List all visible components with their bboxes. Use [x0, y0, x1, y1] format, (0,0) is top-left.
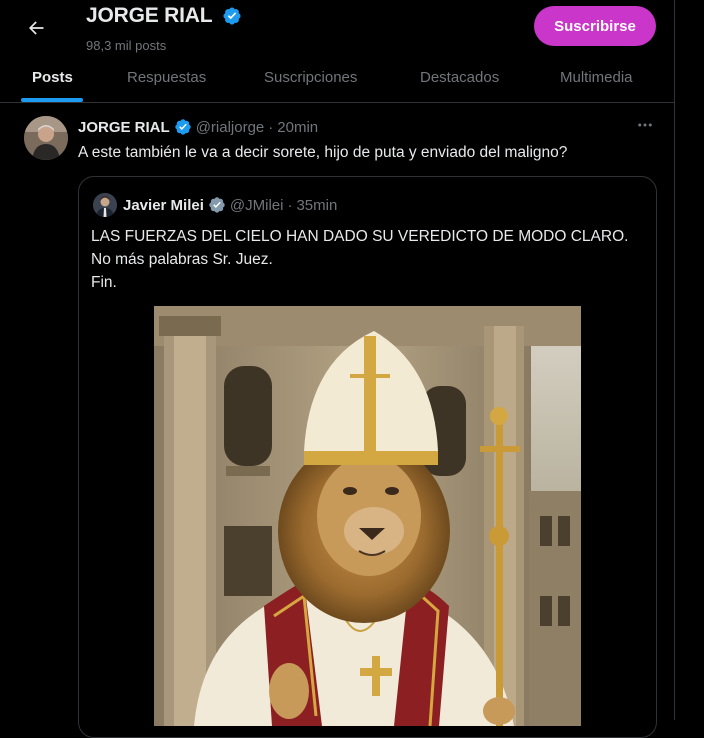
- author-name[interactable]: JORGE RIAL: [78, 119, 170, 136]
- profile-column: JORGE RIAL 98,3 mil posts Suscribirse Po…: [0, 0, 675, 738]
- quoted-text-line: LAS FUERZAS DEL CIELO HAN DADO SU VEREDI…: [91, 228, 629, 245]
- tab-label: Multimedia: [560, 68, 633, 86]
- separator-dot: ·: [268, 118, 274, 136]
- post-header: JORGE RIAL @rialjorge · 20min: [78, 118, 318, 136]
- quoted-text-line: No más palabras Sr. Juez.: [91, 251, 273, 268]
- quoted-post-image[interactable]: [154, 306, 581, 726]
- tab-label: Posts: [32, 68, 73, 86]
- tab-label: Destacados: [420, 68, 500, 86]
- more-options-button[interactable]: [634, 116, 656, 136]
- profile-tabs: Posts Respuestas Suscripciones Destacado…: [0, 52, 674, 103]
- profile-name: JORGE RIAL: [86, 4, 213, 27]
- tab-multimedia[interactable]: Multimedia: [560, 52, 633, 102]
- arrow-left-icon: [29, 21, 44, 35]
- quoted-post-header: Javier Milei @JMilei · 35min: [123, 196, 337, 214]
- author-handle[interactable]: @rialjorge: [196, 119, 265, 136]
- tab-label: Suscripciones: [264, 68, 358, 86]
- quoted-post-text: LAS FUERZAS DEL CIELO HAN DADO SU VEREDI…: [91, 225, 628, 294]
- tab-posts[interactable]: Posts: [21, 52, 84, 102]
- quoted-post[interactable]: Javier Milei @JMilei · 35min LAS FUERZAS…: [78, 176, 657, 738]
- post-text: A este también le va a decir sorete, hij…: [78, 144, 568, 161]
- verified-badge-icon: [222, 6, 242, 26]
- tab-suscripciones[interactable]: Suscripciones: [264, 52, 357, 102]
- profile-title: JORGE RIAL: [86, 4, 242, 28]
- post-time[interactable]: 20min: [277, 119, 318, 136]
- separator-dot: ·: [287, 196, 293, 214]
- quoted-author-name: Javier Milei: [123, 196, 204, 214]
- subscribe-button[interactable]: Suscribirse: [534, 6, 656, 46]
- quoted-post-time: 35min: [296, 196, 338, 214]
- more-horizontal-icon: [638, 123, 652, 127]
- author-avatar[interactable]: [24, 116, 68, 160]
- post-count: 98,3 mil posts: [86, 38, 167, 53]
- verified-gray-badge-icon: [208, 196, 226, 214]
- verified-badge-icon: [174, 118, 192, 136]
- back-button[interactable]: [22, 14, 50, 42]
- active-tab-indicator: [21, 98, 84, 102]
- lion-pope-image: [154, 306, 581, 726]
- tab-label: Respuestas: [127, 68, 207, 86]
- tab-respuestas[interactable]: Respuestas: [127, 52, 206, 102]
- tab-destacados[interactable]: Destacados: [420, 52, 499, 102]
- quoted-author-avatar[interactable]: [93, 193, 117, 217]
- quoted-author-handle: @JMilei: [229, 196, 284, 214]
- quoted-text-line: Fin.: [91, 274, 117, 291]
